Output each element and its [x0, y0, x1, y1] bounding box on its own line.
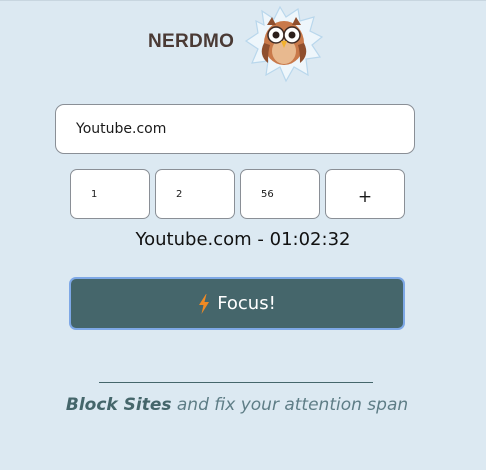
tagline: Block Sites and fix your attention span — [0, 395, 474, 415]
blocked-site-entry: Youtube.com - 01:02:32 — [135, 229, 351, 250]
hours-input[interactable] — [70, 169, 150, 219]
lightning-bolt-icon — [199, 293, 210, 314]
focus-button-label: Focus! — [217, 293, 276, 314]
seconds-input[interactable] — [240, 169, 320, 219]
focus-button[interactable]: Focus! — [69, 277, 405, 330]
owl-icon — [244, 5, 324, 83]
divider — [99, 382, 373, 383]
site-input[interactable] — [55, 104, 415, 154]
tagline-strong: Block Sites — [65, 395, 172, 415]
minutes-input[interactable] — [155, 169, 235, 219]
brand-name: NERDMO — [148, 31, 235, 52]
tagline-rest: and fix your attention span — [171, 395, 409, 415]
add-button[interactable]: + — [325, 169, 405, 219]
extension-popup: NERDMO + Youtube.com - 01:02:32 Focus! B… — [0, 0, 486, 470]
